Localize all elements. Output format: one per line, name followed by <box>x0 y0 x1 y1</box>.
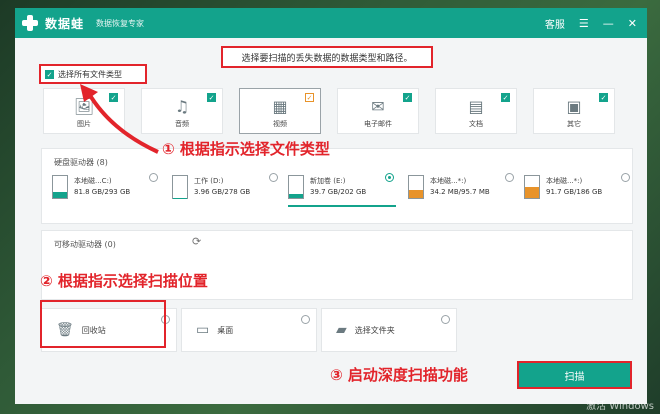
drive-size: 34.2 MB/95.7 MB <box>430 188 490 196</box>
file-type-label: 文档 <box>469 120 483 128</box>
file-type-email[interactable]: ✓ ✉ 电子邮件 <box>337 88 419 134</box>
drive-radio[interactable] <box>621 173 630 182</box>
location-radio[interactable] <box>441 315 450 324</box>
select-all-checkbox[interactable]: ✓ 选择所有文件类型 <box>39 64 147 84</box>
menu-icon[interactable]: ☰ <box>579 18 589 29</box>
select-all-label: 选择所有文件类型 <box>58 69 122 79</box>
drive-size: 91.7 GB/186 GB <box>546 188 603 196</box>
removable-drive-title: 可移动驱动器 (0) <box>54 240 116 249</box>
drive-item[interactable]: 本地磁...*:) 34.2 MB/95.7 MB <box>408 171 516 207</box>
location-radio[interactable] <box>301 315 310 324</box>
drive-item[interactable]: 工作 (D:) 3.96 GB/278 GB <box>172 171 280 207</box>
music-icon: ♫ <box>174 97 190 116</box>
hard-drive-title: 硬盘驱动器 (8) <box>54 158 108 167</box>
check-icon: ✓ <box>501 93 510 102</box>
file-type-label: 图片 <box>77 120 91 128</box>
file-type-label: 电子邮件 <box>364 120 392 128</box>
file-type-video[interactable]: ✓ ▦ 视频 <box>239 88 321 134</box>
video-icon: ▦ <box>272 97 288 116</box>
drive-size: 81.8 GB/293 GB <box>74 188 131 196</box>
check-icon: ✓ <box>207 93 216 102</box>
hard-drive-panel: 硬盘驱动器 (8) 本地磁...C:) 81.8 GB/293 GB 工作 (D… <box>41 148 633 224</box>
check-icon: ✓ <box>599 93 608 102</box>
drive-name: 新加卷 (E:) <box>310 177 346 185</box>
disk-icon <box>288 175 304 199</box>
drive-item[interactable]: 本地磁...*:) 91.7 GB/186 GB <box>524 171 632 207</box>
service-link[interactable]: 客服 <box>545 16 565 31</box>
check-icon: ✓ <box>305 93 314 102</box>
file-type-label: 音频 <box>175 120 189 128</box>
image-icon: 🖼 <box>73 97 95 116</box>
disk-icon <box>172 175 188 199</box>
grid-icon: ▣ <box>566 97 582 116</box>
location-label: 选择文件夹 <box>354 325 395 335</box>
drive-radio[interactable] <box>149 173 158 182</box>
drive-name: 本地磁...*:) <box>430 177 467 185</box>
disk-icon <box>408 175 424 199</box>
file-type-label: 其它 <box>567 120 581 128</box>
check-icon: ✓ <box>45 69 54 79</box>
drive-name: 本地磁...C:) <box>74 177 112 185</box>
drive-item[interactable]: 新加卷 (E:) 39.7 GB/202 GB <box>288 171 396 207</box>
drive-radio[interactable] <box>269 173 278 182</box>
annotation-step1: ① 根据指示选择文件类型 <box>162 140 330 158</box>
email-icon: ✉ <box>371 97 385 116</box>
file-type-other[interactable]: ✓ ▣ 其它 <box>533 88 615 134</box>
annotation-step3: ③ 启动深度扫描功能 <box>330 366 468 384</box>
location-desktop[interactable]: ▭ 桌面 <box>181 308 317 352</box>
logo-icon <box>21 14 39 32</box>
scan-button[interactable]: 扫描 <box>517 361 632 389</box>
brand-tagline: 数据恢复专家 <box>96 18 145 28</box>
drive-name: 工作 (D:) <box>194 177 224 185</box>
refresh-icon[interactable]: ⟳ <box>192 235 201 248</box>
desktop-icon: ▭ <box>196 322 210 338</box>
file-type-label: 视频 <box>273 120 287 128</box>
drive-size: 39.7 GB/202 GB <box>310 188 367 196</box>
minimize-icon[interactable]: — <box>603 18 614 29</box>
drive-item[interactable]: 本地磁...C:) 81.8 GB/293 GB <box>52 171 160 207</box>
folder-icon: ▰ <box>336 322 347 338</box>
location-label: 桌面 <box>217 325 234 335</box>
titlebar: 数据蛙 数据恢复专家 客服 ☰ — ✕ <box>15 8 647 38</box>
brand-name: 数据蛙 <box>45 16 85 31</box>
drive-radio[interactable] <box>505 173 514 182</box>
file-type-image[interactable]: ✓ 🖼 图片 <box>43 88 125 134</box>
file-type-audio[interactable]: ✓ ♫ 音频 <box>141 88 223 134</box>
document-icon: ▤ <box>468 97 484 116</box>
drive-name: 本地磁...*:) <box>546 177 583 185</box>
check-icon: ✓ <box>109 93 118 102</box>
location-select-folder[interactable]: ▰ 选择文件夹 <box>321 308 457 352</box>
drive-size: 3.96 GB/278 GB <box>194 188 251 196</box>
disk-icon <box>52 175 68 199</box>
drive-radio[interactable] <box>385 173 394 182</box>
highlight-recycle-bin <box>40 300 166 348</box>
file-type-document[interactable]: ✓ ▤ 文档 <box>435 88 517 134</box>
close-icon[interactable]: ✕ <box>628 18 637 29</box>
instruction-text: 选择要扫描的丢失数据的数据类型和路径。 <box>221 46 433 68</box>
windows-watermark: 激活 Windows <box>586 401 654 412</box>
check-icon: ✓ <box>403 93 412 102</box>
annotation-step2: ② 根据指示选择扫描位置 <box>40 272 208 290</box>
disk-icon <box>524 175 540 199</box>
file-type-list: ✓ 🖼 图片 ✓ ♫ 音频 ✓ ▦ 视频 ✓ ✉ 电子邮件 ✓ ▤ 文档 ✓ ▣… <box>43 88 623 136</box>
